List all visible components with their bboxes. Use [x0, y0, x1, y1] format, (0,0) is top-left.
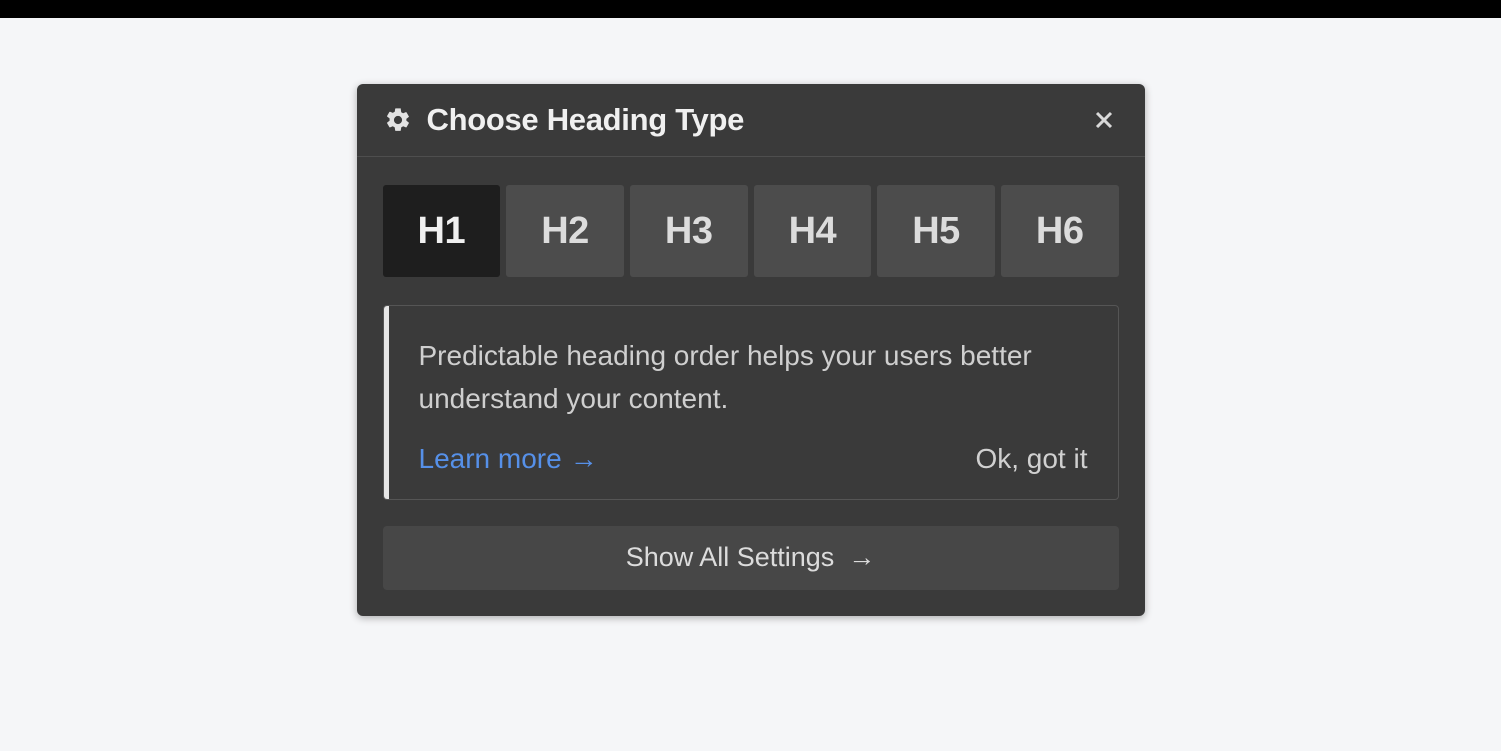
info-content: Predictable heading order helps your use…	[389, 306, 1118, 499]
learn-more-link[interactable]: Learn more →	[419, 443, 598, 475]
show-all-label: Show All Settings	[626, 542, 835, 573]
heading-option-h3[interactable]: H3	[630, 185, 748, 277]
dismiss-button[interactable]: Ok, got it	[975, 443, 1087, 475]
info-actions: Learn more → Ok, got it	[419, 443, 1088, 475]
gear-icon	[383, 105, 413, 135]
show-all-settings-button[interactable]: Show All Settings →	[383, 526, 1119, 590]
panel-header: Choose Heading Type	[357, 84, 1145, 157]
close-button[interactable]	[1089, 105, 1119, 135]
heading-option-h1[interactable]: H1	[383, 185, 501, 277]
panel-body: H1 H2 H3 H4 H5 H6 Predictable heading or…	[357, 157, 1145, 616]
heading-option-h5[interactable]: H5	[877, 185, 995, 277]
panel-title: Choose Heading Type	[427, 102, 1089, 138]
heading-option-h2[interactable]: H2	[506, 185, 624, 277]
info-text: Predictable heading order helps your use…	[419, 334, 1088, 421]
info-callout: Predictable heading order helps your use…	[383, 305, 1119, 500]
heading-level-selector: H1 H2 H3 H4 H5 H6	[383, 185, 1119, 277]
heading-option-h6[interactable]: H6	[1001, 185, 1119, 277]
heading-option-h4[interactable]: H4	[754, 185, 872, 277]
learn-more-label: Learn more	[419, 443, 562, 475]
arrow-right-icon: →	[570, 443, 598, 475]
heading-type-panel: Choose Heading Type H1 H2 H3 H4 H5 H6 Pr…	[357, 84, 1145, 616]
arrow-right-icon: →	[848, 542, 875, 573]
page-top-bar	[0, 0, 1501, 18]
